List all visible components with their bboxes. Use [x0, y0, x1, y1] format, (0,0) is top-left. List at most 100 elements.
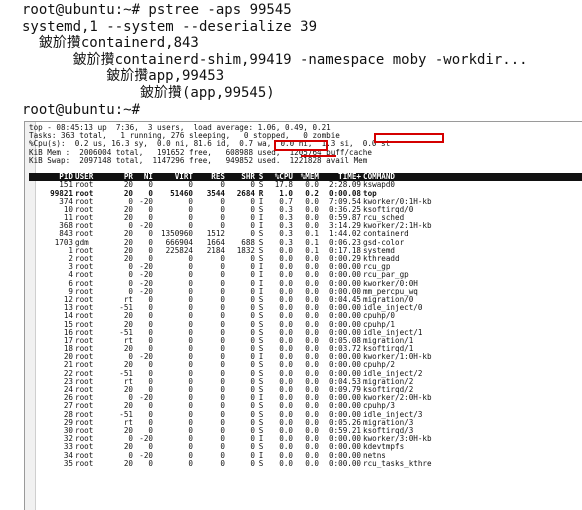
- table-row: 151 root 20 0 0 0 0 S 17.8 0.0 2:28.09 kswapd0: [29, 181, 582, 189]
- table-cell: kworker/2:0H-kb: [363, 394, 432, 403]
- table-cell: ksoftirqd/3: [363, 426, 414, 435]
- table-cell: 3:14.29: [328, 222, 361, 231]
- table-cell: root: [75, 255, 94, 263]
- table-cell: 0.0: [279, 304, 293, 313]
- table-cell: 0.0: [279, 353, 293, 362]
- table-row: 15 root 20 0 0 0 0 S 0.0 0.0 0:00.00 cpuhp/1: [29, 321, 582, 329]
- table-cell: 0: [188, 402, 193, 411]
- table-row: 26 root 0 -20 0 0 0 I 0.0 0.0 0:00.00 kworker/2:0H-…: [29, 394, 582, 402]
- table-row: 17 root rt 0 0 0 0 S 0.0 0.0 0:05.08 migration/1: [29, 337, 582, 345]
- table-cell: 0:06.23: [328, 238, 361, 247]
- table-cell: 0.0: [279, 443, 293, 452]
- column-header-pr: PR: [123, 173, 133, 182]
- table-cell: 0.0: [305, 336, 319, 345]
- table-cell: 0:03.72: [328, 345, 361, 354]
- table-cell: 0:00.00: [328, 287, 361, 296]
- column-header-command: COMMAND: [363, 173, 396, 182]
- table-cell: 0.0: [279, 271, 293, 280]
- table-cell: 0: [220, 222, 225, 231]
- table-cell: root: [75, 181, 94, 190]
- table-row: 27 root 20 0 0 0 0 S 0.0 0.0 0:00.00 cpuhp/3: [29, 402, 582, 410]
- table-cell: 0:00.00: [328, 451, 361, 460]
- table-cell: 0: [220, 197, 225, 206]
- table-cell: 1350960: [160, 230, 193, 239]
- table-cell: 843: [59, 230, 73, 239]
- table-cell: migration/3: [363, 418, 414, 427]
- table-cell: 0.0: [305, 353, 319, 362]
- table-cell: 0: [148, 304, 153, 313]
- table-cell: 0.0: [305, 287, 319, 296]
- table-cell: 0: [148, 189, 153, 198]
- table-cell: gdm: [75, 238, 89, 247]
- table-cell: 20: [123, 205, 133, 214]
- table-cell: root: [75, 418, 94, 427]
- table-cell: 0: [148, 312, 153, 321]
- table-cell: S: [258, 312, 264, 321]
- table-row: 10 root 20 0 0 0 0 S 0.3 0.0 0:36.25 ksoftirqd/0: [29, 206, 582, 214]
- pstree-command-line: root@ubuntu:~# pstree -aps 99545: [22, 2, 292, 18]
- table-cell: 20: [123, 386, 133, 394]
- table-cell: 0: [220, 255, 225, 263]
- table-cell: I: [258, 271, 264, 280]
- top-output: top - 08:45:13 up 7:36, 3 users, load av…: [29, 123, 582, 468]
- table-cell: kthreadd: [363, 255, 400, 263]
- table-cell: root: [75, 214, 94, 223]
- table-cell: 0: [220, 443, 225, 452]
- table-cell: 0.0: [279, 451, 293, 460]
- table-cell: 1: [68, 246, 73, 255]
- table-cell: -20: [139, 263, 153, 272]
- table-cell: -51: [119, 369, 133, 378]
- table-cell: 0: [148, 345, 153, 354]
- table-cell: 0: [188, 263, 193, 272]
- table-cell: 1832: [236, 246, 255, 255]
- table-cell: S: [258, 320, 264, 329]
- table-cell: 0: [250, 214, 255, 223]
- table-cell: 0.0: [305, 369, 319, 378]
- table-cell: -20: [139, 279, 153, 288]
- table-cell: 0.0: [279, 345, 293, 354]
- table-cell: 0: [188, 279, 193, 288]
- table-cell: 0.0: [305, 426, 319, 435]
- table-cell: root: [75, 345, 94, 354]
- table-cell: root: [75, 320, 94, 329]
- pstree-line-containerd-shim: 鈹斺攢containerd-shim,99419 -namespace moby…: [22, 51, 528, 68]
- table-cell: 0.3: [279, 214, 293, 223]
- table-cell: 12: [63, 295, 73, 304]
- table-cell: root: [75, 295, 94, 304]
- table-cell: 3: [68, 263, 73, 272]
- table-cell: 0.0: [279, 287, 293, 296]
- table-cell: 0: [220, 263, 225, 272]
- table-cell: 0: [148, 205, 153, 214]
- process-table-body: 151 root 20 0 0 0 0 S 17.8 0.0 2:28.09 kswapd0 99821…: [29, 181, 582, 468]
- column-header-ni: NI: [143, 173, 153, 182]
- table-cell: 0.0: [305, 418, 319, 427]
- table-cell: S: [258, 255, 264, 263]
- column-header-pid: PID: [59, 173, 73, 182]
- table-cell: 0: [250, 230, 255, 239]
- table-cell: 0: [250, 386, 255, 394]
- table-row: 9 root 0 -20 0 0 0 I 0.0 0.0 0:00.00 mm_percpu_wq: [29, 288, 582, 296]
- table-cell: 0.0: [305, 255, 319, 263]
- table-cell: 0.0: [305, 312, 319, 321]
- table-cell: 368: [59, 222, 73, 231]
- table-cell: 0: [188, 353, 193, 362]
- table-cell: systemd: [363, 246, 396, 255]
- table-cell: 10: [63, 205, 73, 214]
- table-cell: root: [75, 369, 94, 378]
- table-cell: 20: [123, 312, 133, 321]
- table-cell: 20: [123, 230, 133, 239]
- table-cell: 0: [220, 214, 225, 223]
- top-swap-line: KiB Swap: 2097148 total, 1147296 free, 9…: [29, 155, 368, 165]
- table-cell: 0: [250, 410, 255, 419]
- table-cell: kswapd0: [363, 181, 396, 190]
- table-cell: 0: [188, 443, 193, 452]
- table-cell: I: [258, 435, 264, 444]
- table-cell: 26: [63, 394, 73, 403]
- table-cell: 0.0: [279, 369, 293, 378]
- table-cell: I: [258, 394, 264, 403]
- table-cell: 0.0: [279, 246, 293, 255]
- table-cell: 15: [63, 320, 73, 329]
- table-cell: 0.2: [305, 189, 319, 198]
- table-cell: 0: [128, 353, 133, 362]
- table-cell: rcu_par_gp: [363, 271, 409, 280]
